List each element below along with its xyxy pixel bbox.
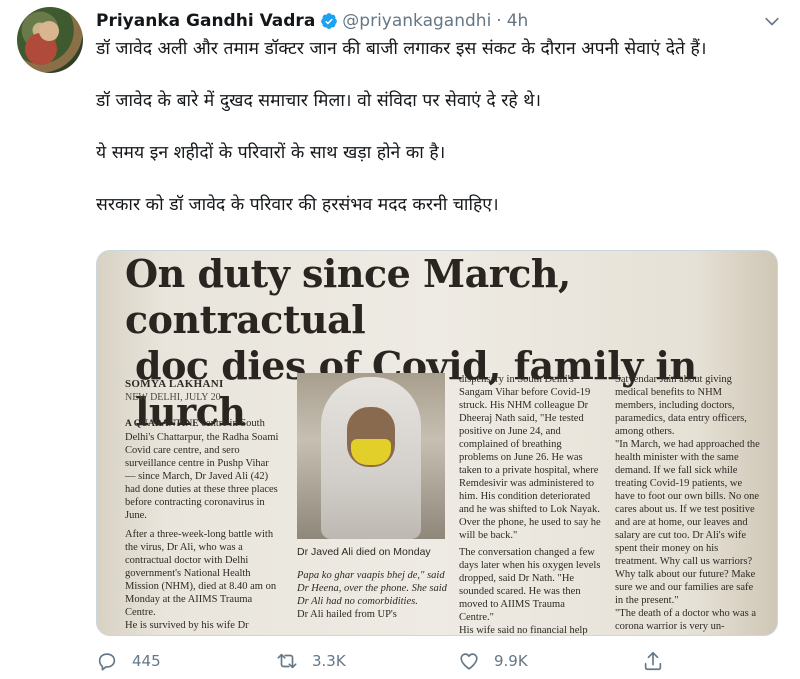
like-icon	[460, 653, 478, 670]
tweet-header: Priyanka Gandhi Vadra @priyankagandhi · …	[96, 9, 750, 33]
tweet-actions: 445 3.3K 9.9K	[96, 650, 716, 676]
byline: SOMYA LAKHANI NEW DELHI, JULY 20	[125, 378, 275, 404]
author-name[interactable]: Priyanka Gandhi Vadra	[96, 11, 315, 31]
headline-line: On duty since March, contractual	[125, 251, 571, 342]
author-handle[interactable]: @priyankagandhi	[342, 11, 491, 31]
article-text: "In March, we had approached the health …	[615, 439, 760, 606]
retweet-icon	[277, 653, 297, 669]
reply-count: 445	[132, 652, 161, 670]
reply-button[interactable]: 445	[96, 650, 161, 672]
article-text: centre in South Delhi's Chattarpur, the …	[125, 418, 279, 521]
retweet-count: 3.3K	[312, 652, 346, 670]
article-column: Papa ko ghar vaapis bhej de," said Dr He…	[297, 569, 447, 621]
article-text: "The death of a doctor who was a corona …	[615, 608, 757, 632]
article-text: Dr Ali hailed from UP's	[297, 609, 397, 620]
tweet-timestamp[interactable]: 4h	[507, 11, 529, 31]
photo-caption: Dr Javed Ali died on Monday	[297, 546, 431, 558]
article-column: A QUARANTINE centre in South Delhi's Cha…	[125, 417, 280, 632]
separator-dot: ·	[496, 11, 502, 31]
article-text: dispensary in South Delhi's Sangam Vihar…	[459, 374, 601, 541]
doctor-photo	[297, 373, 445, 539]
tweet-paragraph: ये समय इन शहीदों के परिवारों के साथ खड़ा…	[96, 143, 446, 163]
tweet-paragraph: सरकार को डॉ जावेद के परिवार की हरसंभव मद…	[96, 195, 499, 215]
article-text: He is survived by his wife Dr	[125, 620, 249, 631]
face-mask	[351, 439, 391, 465]
article-column: Satyendar Jain about giving medical bene…	[615, 373, 761, 633]
article-column: dispensary in South Delhi's Sangam Vihar…	[459, 373, 601, 636]
like-count: 9.9K	[494, 652, 528, 670]
like-button[interactable]: 9.9K	[458, 650, 528, 672]
tweet-paragraph: डॉ जावेद के बारे में दुखद समाचार मिला। व…	[96, 91, 542, 111]
author-avatar[interactable]	[17, 7, 83, 73]
reply-icon	[98, 653, 116, 671]
verified-badge-icon	[321, 13, 338, 29]
tweet-paragraph: डॉ जावेद अली और तमाम डॉक्टर जान की बाजी …	[96, 39, 707, 59]
share-icon	[644, 651, 662, 671]
article-text: The conversation changed a few days late…	[459, 547, 601, 623]
tweet-body: डॉ जावेद अली और तमाम डॉक्टर जान की बाजी …	[96, 36, 786, 244]
attached-newspaper-image[interactable]: On duty since March, contractual doc die…	[96, 250, 778, 636]
retweet-button[interactable]: 3.3K	[276, 650, 346, 672]
share-button[interactable]	[642, 650, 678, 672]
chevron-down-icon[interactable]	[762, 12, 782, 32]
dateline: NEW DELHI, JULY 20	[125, 392, 221, 403]
article-text: His wife said no financial help was exte…	[459, 625, 588, 636]
article-text: Papa ko ghar vaapis bhej de," said Dr He…	[297, 570, 447, 607]
article-text: After a three-week-long battle with the …	[125, 529, 277, 618]
article-text: Satyendar Jain about giving medical bene…	[615, 374, 747, 437]
byline-author: SOMYA LAKHANI	[125, 378, 224, 390]
article-kicker: A QUARANTINE	[125, 419, 199, 429]
